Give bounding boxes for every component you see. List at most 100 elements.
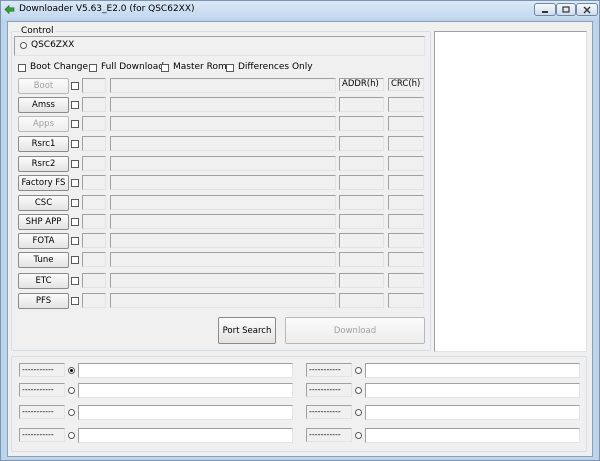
rsrc1-path-field[interactable] [110,136,336,151]
pfs-crc-field[interactable] [388,293,424,308]
boot-status-box [82,78,106,93]
minimize-icon [542,10,548,13]
rsrc2-checkbox[interactable] [71,160,79,168]
etc-checkbox[interactable] [71,277,79,285]
shp-app-button[interactable]: SHP APP [18,214,69,230]
tune-addr-field[interactable] [339,252,384,267]
rsrc2-crc-field[interactable] [388,156,424,171]
factory-fs-crc-field[interactable] [388,175,424,190]
tune-path-field[interactable] [110,252,336,267]
port-status-left-4: ----------- [19,428,65,442]
download-button[interactable]: Download [285,317,425,344]
amss-checkbox[interactable] [71,101,79,109]
downloader-window: Downloader V5.63_E2.0 (for QSC62XX) Cont… [0,0,600,461]
full-download-checkbox[interactable] [89,64,97,72]
port-radio-right-2[interactable] [355,387,362,394]
fota-checkbox[interactable] [71,237,79,245]
port-radio-right-4[interactable] [355,432,362,439]
differences-only-checkbox[interactable] [226,64,234,72]
rsrc2-addr-field[interactable] [339,156,384,171]
fota-path-field[interactable] [110,233,336,248]
boot-checkbox[interactable] [71,82,79,90]
apps-addr-field[interactable] [339,116,384,131]
port-status-right-2: ----------- [306,383,352,397]
full-download-label: Full Download [101,62,164,72]
amss-path-field[interactable] [110,97,336,112]
minimize-button[interactable] [534,3,556,16]
port-progress-left-3 [78,405,293,420]
csc-path-field[interactable] [110,195,336,210]
apps-path-field[interactable] [110,116,336,131]
fota-button[interactable]: FOTA [18,233,69,249]
amss-crc-field[interactable] [388,97,424,112]
csc-addr-field[interactable] [339,195,384,210]
rsrc1-crc-field[interactable] [388,136,424,151]
port-search-button[interactable]: Port Search [218,317,276,344]
rsrc1-checkbox[interactable] [71,140,79,148]
log-panel[interactable] [434,31,587,352]
etc-addr-field[interactable] [339,273,384,288]
port-progress-left-1 [78,363,293,378]
factory-fs-path-field[interactable] [110,175,336,190]
tune-crc-field[interactable] [388,252,424,267]
window-title: Downloader V5.63_E2.0 (for QSC62XX) [19,4,195,14]
port-progress-right-1 [365,363,580,378]
master-rom-checkbox[interactable] [161,64,169,72]
factory-fs-addr-field[interactable] [339,175,384,190]
shp-app-crc-field[interactable] [388,214,424,229]
amss-status-box [82,97,106,112]
fota-crc-field[interactable] [388,233,424,248]
etc-button[interactable]: ETC [18,273,69,289]
factory-fs-button[interactable]: Factory FS [18,175,69,191]
boot-change-checkbox[interactable] [18,64,26,72]
fota-status-box [82,233,106,248]
rsrc1-addr-field[interactable] [339,136,384,151]
port-radio-left-3[interactable] [68,409,75,416]
csc-checkbox[interactable] [71,199,79,207]
rsrc1-button[interactable]: Rsrc1 [18,136,69,152]
port-radio-left-1[interactable] [68,367,75,374]
pfs-addr-field[interactable] [339,293,384,308]
addr-column-header: ADDR(h) [339,78,384,91]
pfs-button[interactable]: PFS [18,293,69,309]
amss-button[interactable]: Amss [18,97,69,113]
amss-addr-field[interactable] [339,97,384,112]
boot-path-field[interactable] [110,78,336,93]
shp-app-path-field[interactable] [110,214,336,229]
factory-fs-status-box [82,175,106,190]
close-button[interactable] [576,3,598,16]
csc-crc-field[interactable] [388,195,424,210]
tune-checkbox[interactable] [71,256,79,264]
rsrc2-path-field[interactable] [110,156,336,171]
port-radio-left-4[interactable] [68,432,75,439]
port-status-right-4: ----------- [306,428,352,442]
fota-addr-field[interactable] [339,233,384,248]
csc-button[interactable]: CSC [18,195,69,211]
csc-status-box [82,195,106,210]
title-bar[interactable]: Downloader V5.63_E2.0 (for QSC62XX) [1,1,599,19]
pfs-checkbox[interactable] [71,297,79,305]
apps-checkbox[interactable] [71,120,79,128]
download-arrow-icon [4,4,15,15]
tune-status-box [82,252,106,267]
port-progress-left-4 [78,428,293,443]
etc-status-box [82,273,106,288]
apps-button[interactable]: Apps [18,116,69,132]
etc-path-field[interactable] [110,273,336,288]
etc-crc-field[interactable] [388,273,424,288]
model-radio[interactable] [20,42,27,49]
shp-app-addr-field[interactable] [339,214,384,229]
tune-button[interactable]: Tune [18,252,69,268]
shp-app-checkbox[interactable] [71,218,79,226]
port-radio-right-3[interactable] [355,409,362,416]
factory-fs-checkbox[interactable] [71,179,79,187]
port-radio-left-2[interactable] [68,387,75,394]
close-icon [583,6,591,13]
apps-crc-field[interactable] [388,116,424,131]
pfs-path-field[interactable] [110,293,336,308]
rsrc2-button[interactable]: Rsrc2 [18,156,69,172]
port-status-left-3: ----------- [19,405,65,419]
maximize-button[interactable] [556,3,576,16]
port-radio-right-1[interactable] [355,367,362,374]
boot-button[interactable]: Boot [18,78,69,94]
